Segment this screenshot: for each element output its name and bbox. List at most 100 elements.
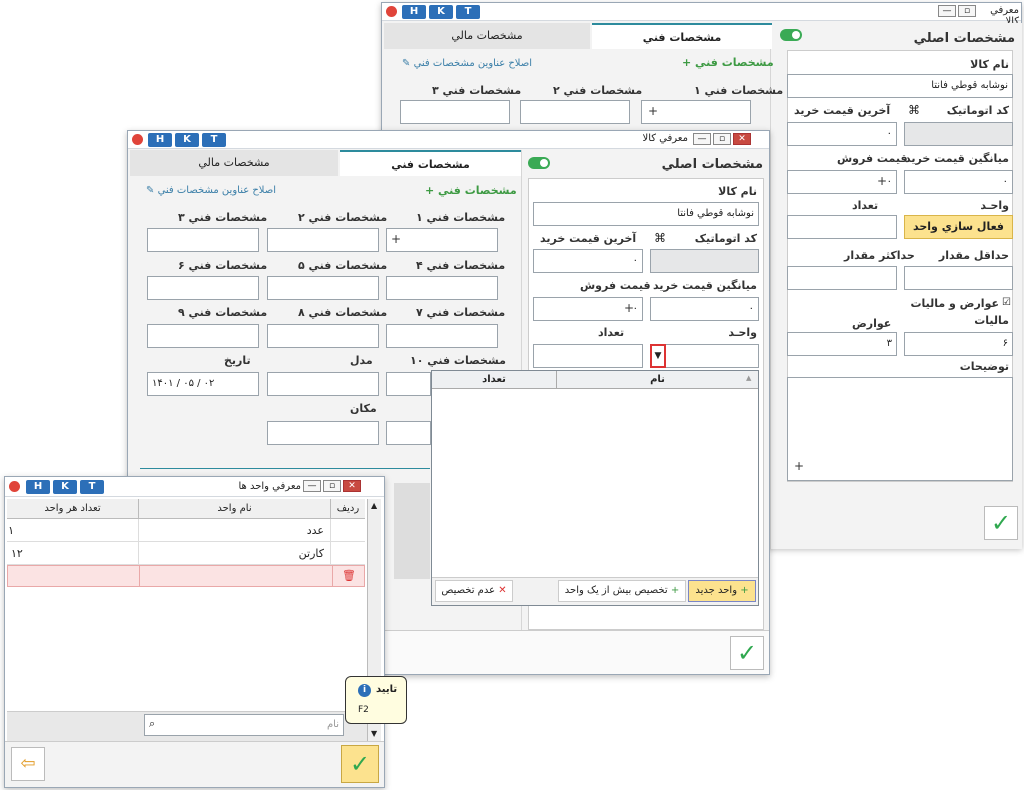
maximize-icon[interactable]: ▫: [713, 133, 731, 145]
plus-icon[interactable]: +: [624, 301, 634, 315]
new-unit-button[interactable]: + واحد جديد: [688, 580, 756, 602]
avg-price-input[interactable]: ۰: [650, 297, 759, 321]
edit-titles-link[interactable]: اصلاح عناوين مشخصات فني ✎: [402, 58, 532, 69]
duties-input[interactable]: ۳: [787, 332, 897, 356]
confirm-button[interactable]: ✓: [341, 745, 379, 783]
toggle-switch[interactable]: [528, 157, 550, 169]
trash-icon[interactable]: 🗑: [342, 569, 356, 582]
title-bar: H K T معرفي کالا — ▫ ✕: [128, 131, 769, 149]
scroll-up-icon[interactable]: ▲: [371, 501, 377, 510]
plus-icon[interactable]: +: [877, 174, 887, 188]
activate-unit-button[interactable]: فعال سازي واحد: [904, 215, 1013, 239]
k-button[interactable]: K: [53, 480, 77, 494]
tooltip-title: تاييد: [376, 684, 398, 695]
tech-spec-input[interactable]: [147, 276, 259, 300]
no-assign-button[interactable]: ✕ عدم تخصيص: [435, 580, 513, 602]
model-input[interactable]: [267, 372, 379, 396]
max-qty-input[interactable]: [787, 266, 897, 290]
column-header-row[interactable]: رديف: [331, 499, 365, 519]
edit-titles-link[interactable]: اصلاح عناوين مشخصات فني ✎: [146, 185, 276, 196]
confirm-button[interactable]: ✓: [984, 506, 1018, 540]
table-row[interactable]: ۱ عدد: [7, 519, 365, 542]
tech-spec-input[interactable]: [386, 276, 498, 300]
minimize-icon[interactable]: —: [938, 5, 956, 17]
tech-header: مشخصات فني +: [682, 56, 774, 69]
close-icon[interactable]: ✕: [343, 480, 361, 492]
confirm-button[interactable]: ✓: [730, 636, 764, 670]
title-bar: H K T معرفي واحد ها — ▫ ✕: [5, 477, 384, 497]
checkbox-icon[interactable]: ☑: [1002, 297, 1011, 308]
tab-technical[interactable]: مشخصات فني: [592, 23, 772, 49]
unit-label: واحـد: [728, 326, 757, 339]
tech-spec-input[interactable]: [267, 228, 379, 252]
sort-icon[interactable]: ▲: [746, 374, 751, 382]
h-button[interactable]: H: [26, 480, 50, 494]
cell-unit-name: کارتن: [139, 542, 331, 565]
tab-financial[interactable]: مشخصات مالي: [384, 23, 590, 49]
tech-spec-input[interactable]: [267, 324, 379, 348]
tech-spec-input[interactable]: [267, 276, 379, 300]
tab-financial[interactable]: مشخصات مالي: [130, 150, 338, 176]
close-dot-icon[interactable]: [132, 134, 143, 145]
t-button[interactable]: T: [202, 133, 226, 147]
multi-assign-button[interactable]: + تخصيص بيش از يک واحد: [558, 580, 686, 602]
toggle-switch[interactable]: [780, 29, 802, 41]
command-icon[interactable]: ⌘: [908, 103, 920, 117]
close-dot-icon[interactable]: [9, 481, 20, 492]
last-price-input[interactable]: ۰: [787, 122, 897, 146]
tech-spec-input[interactable]: [386, 324, 498, 348]
exit-door-icon[interactable]: ⇦: [11, 747, 45, 781]
t-button[interactable]: T: [456, 5, 480, 19]
plus-icon[interactable]: +: [648, 104, 658, 118]
k-button[interactable]: K: [429, 5, 453, 19]
tab-technical[interactable]: مشخصات فني: [340, 150, 521, 176]
minimize-icon[interactable]: —: [693, 133, 711, 145]
new-table-row[interactable]: 🗑: [7, 565, 365, 587]
dropdown-arrow-icon[interactable]: ▼: [650, 344, 666, 368]
tech-spec-input[interactable]: [386, 228, 498, 252]
minimize-icon[interactable]: —: [303, 480, 321, 492]
extra-input[interactable]: [386, 421, 431, 445]
date-input[interactable]: ۱۴۰۱ / ۰۵ / ۰۲: [147, 372, 259, 396]
qty-input[interactable]: [787, 215, 897, 239]
tech-spec-label: مشخصات فني ۳: [432, 84, 522, 97]
search-input[interactable]: نام: [144, 714, 344, 736]
window-controls: — ▫: [938, 5, 976, 17]
column-header-per-unit[interactable]: تعداد هر واحد: [7, 499, 139, 519]
command-icon[interactable]: ⌘: [654, 231, 666, 245]
description-textarea[interactable]: [787, 377, 1013, 481]
tech-spec-input[interactable]: [147, 324, 259, 348]
avg-price-input[interactable]: ۰: [904, 170, 1013, 194]
last-price-input[interactable]: ۰: [533, 249, 643, 273]
column-header-unit-name[interactable]: نام واحد: [139, 499, 331, 519]
tech-spec-label: مشخصات فني ۳: [178, 211, 268, 224]
tech-spec-input[interactable]: [147, 228, 259, 252]
product-name-input[interactable]: نوشابه قوطي فانتا: [533, 202, 759, 226]
product-name-input[interactable]: نوشابه قوطي فانتا: [787, 74, 1013, 98]
table-row[interactable]: ۱۲ کارتن: [7, 542, 365, 565]
h-button[interactable]: H: [402, 5, 426, 19]
close-icon[interactable]: ✕: [733, 133, 751, 145]
maximize-icon[interactable]: ▫: [323, 480, 341, 492]
plus-icon[interactable]: +: [391, 232, 401, 246]
tech-spec-input[interactable]: [400, 100, 510, 124]
close-dot-icon[interactable]: [386, 6, 397, 17]
tech-spec-label: مشخصات فني ۱: [694, 84, 784, 97]
column-header-name[interactable]: نام: [557, 371, 758, 389]
qty-input[interactable]: [533, 344, 643, 368]
place-input[interactable]: [267, 421, 379, 445]
min-qty-input[interactable]: [904, 266, 1013, 290]
h-button[interactable]: H: [148, 133, 172, 147]
units-window: H K T معرفي واحد ها — ▫ ✕ تعداد هر واحد …: [4, 476, 385, 788]
tech-spec-input[interactable]: [520, 100, 630, 124]
unit-select[interactable]: [650, 344, 759, 368]
avg-price-label: ميانگين قيمت خريد: [653, 279, 757, 292]
t-button[interactable]: T: [80, 480, 104, 494]
plus-icon[interactable]: +: [794, 459, 804, 473]
tech-spec-input[interactable]: [386, 372, 431, 396]
k-button[interactable]: K: [175, 133, 199, 147]
hkt-buttons: H K T: [26, 480, 104, 494]
scroll-down-icon[interactable]: ▼: [371, 729, 377, 738]
tax-input[interactable]: ۶: [904, 332, 1013, 356]
column-header-qty[interactable]: تعداد: [432, 371, 557, 389]
